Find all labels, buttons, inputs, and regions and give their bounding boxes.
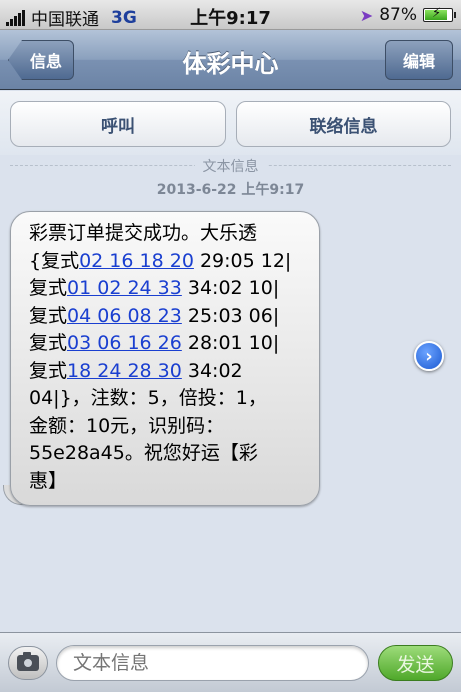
line-prefix: {复式	[29, 249, 80, 272]
camera-icon	[17, 652, 39, 671]
number-link[interactable]: 01 02 24 33	[67, 277, 182, 299]
message-line: {复式02 16 18 20 29:05 12|	[29, 248, 309, 276]
number-link[interactable]: 04 06 08 23	[67, 305, 182, 327]
message-line: 复式01 02 24 33 34:02 10|	[29, 275, 309, 303]
divider-label: 文本信息	[0, 156, 461, 176]
message-input[interactable]	[56, 645, 369, 681]
message-line: 55e28a45。祝您好运【彩	[29, 442, 258, 464]
edit-button[interactable]: 编辑	[385, 40, 453, 80]
message-line: 04|}，注数：5，倍投：1，	[29, 387, 267, 409]
message-text: 彩票订单提交成功。大乐透 {复式02 16 18 20 29:05 12| 复式…	[29, 220, 309, 495]
number-link[interactable]: 02 16 18 20	[79, 250, 194, 272]
divider-text: 文本信息	[194, 159, 267, 175]
message-line: 复式18 24 28 30 34:02	[29, 358, 309, 386]
nav-bar: 信息 体彩中心 编辑	[0, 30, 461, 90]
line-suffix: 29:05 12|	[193, 249, 292, 272]
camera-button[interactable]	[8, 646, 48, 680]
message-line: 惠】	[29, 469, 68, 492]
location-arrow-icon: ➤	[359, 5, 374, 25]
battery-icon: ⚡	[423, 6, 456, 22]
message-line: 复式04 06 08 23 25:03 06|	[29, 303, 309, 331]
line-prefix: 复式	[29, 304, 68, 327]
line-suffix: 25:03 06|	[181, 304, 280, 327]
number-link[interactable]: 03 06 16 26	[67, 332, 182, 354]
line-suffix: 28:01 10|	[181, 332, 280, 354]
charging-bolt-icon: ⚡	[432, 6, 442, 21]
message-line: 彩票订单提交成功。大乐透	[29, 222, 258, 244]
line-suffix: 34:02	[181, 359, 243, 382]
number-link[interactable]: 18 24 28 30	[67, 360, 182, 382]
line-prefix: 复式	[29, 277, 68, 299]
status-right: ➤ 87% ⚡	[359, 5, 456, 25]
compose-bar: 发送	[0, 632, 461, 692]
line-suffix: 34:02 10|	[181, 277, 280, 299]
send-button[interactable]: 发送	[378, 645, 453, 681]
contact-info-button[interactable]: 联络信息	[236, 101, 451, 147]
battery-percent: 87%	[379, 5, 417, 25]
call-button[interactable]: 呼叫	[10, 101, 226, 147]
carrier-name: 中国联通	[31, 10, 99, 30]
line-prefix: 复式	[29, 332, 68, 354]
line-prefix: 复式	[29, 359, 68, 382]
message-line: 复式03 06 16 26 28:01 10|	[29, 330, 309, 358]
received-message-bubble[interactable]: 彩票订单提交成功。大乐透 {复式02 16 18 20 29:05 12| 复式…	[10, 211, 320, 506]
status-bar: 中国联通 3G 上午9:17 ➤ 87% ⚡	[0, 0, 461, 30]
message-line: 金额：10元，识别码：	[29, 414, 225, 437]
message-thread[interactable]: 文本信息 2013-6-22 上午9:17 彩票订单提交成功。大乐透 {复式02…	[0, 155, 461, 632]
signal-icon	[6, 9, 25, 26]
status-left: 中国联通 3G	[6, 5, 137, 30]
contact-actions: 呼叫 联络信息	[0, 91, 461, 155]
chevron-right-icon[interactable]: ›	[414, 341, 444, 371]
network-type: 3G	[111, 7, 137, 28]
message-timestamp: 2013-6-22 上午9:17	[156, 182, 305, 198]
